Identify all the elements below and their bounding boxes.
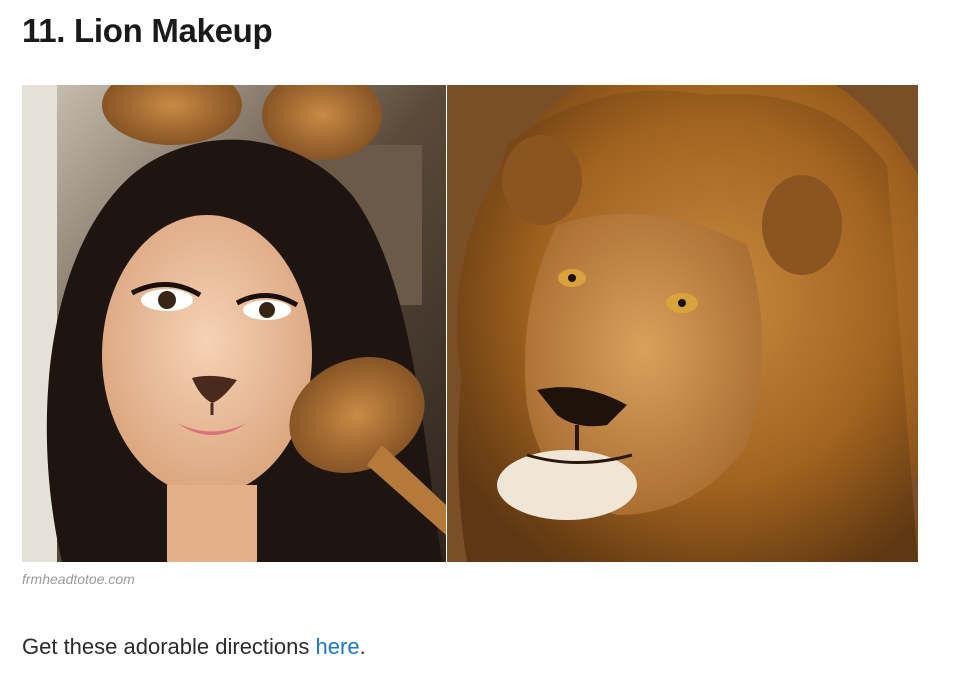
lion-makeup-photo[interactable] xyxy=(22,85,446,562)
lion-makeup-photo-illustration xyxy=(22,85,446,562)
caption-text: Get these adorable directions here. xyxy=(22,634,366,660)
directions-link[interactable]: here xyxy=(316,634,360,659)
article-title: 11. Lion Makeup xyxy=(22,12,273,49)
caption-after: . xyxy=(359,634,366,659)
image-credit: frmheadtotoe.com xyxy=(22,571,135,587)
lion-photo-illustration xyxy=(447,85,918,562)
lion-photo[interactable] xyxy=(447,85,918,562)
caption-before: Get these adorable directions xyxy=(22,634,316,659)
